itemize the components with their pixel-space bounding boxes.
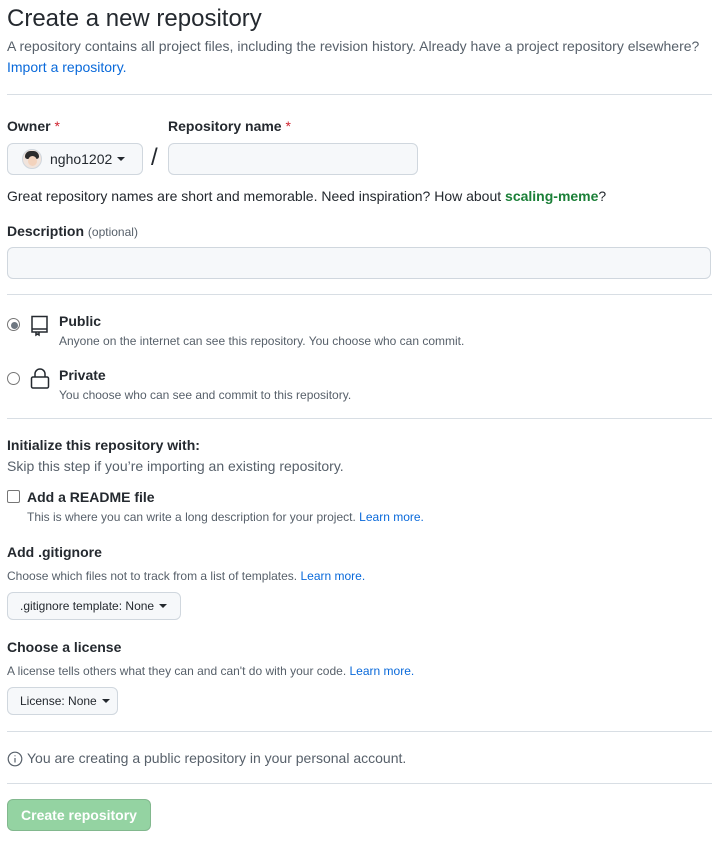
- gitignore-template-button[interactable]: .gitignore template: None: [7, 592, 181, 620]
- repo-name-label-text: Repository name: [168, 118, 282, 134]
- gitignore-heading: Add .gitignore: [7, 544, 102, 560]
- avatar: [22, 149, 42, 169]
- suggestion-text: Great repository names are short and mem…: [7, 188, 506, 204]
- private-label: Private: [59, 367, 106, 383]
- gitignore-learn-more-link[interactable]: Learn more.: [300, 569, 365, 583]
- page-subtitle: A repository contains all project files,…: [7, 37, 699, 76]
- owner-label-text: Owner: [7, 118, 51, 134]
- description-label-text: Description: [7, 223, 85, 239]
- caret-down-icon: [101, 699, 110, 703]
- caret-down-icon: [159, 604, 168, 608]
- private-description: You choose who can see and commit to thi…: [59, 388, 352, 402]
- suggested-name[interactable]: scaling-meme: [505, 188, 598, 204]
- description-input[interactable]: [7, 247, 711, 279]
- license-button-prefix: License:: [20, 694, 65, 708]
- owner-value: ngho1202: [50, 151, 113, 167]
- divider: [7, 418, 712, 419]
- create-repository-button[interactable]: Create repository: [7, 799, 151, 831]
- description-label: Description (optional): [7, 223, 138, 239]
- private-radio[interactable]: [7, 372, 20, 385]
- divider: [7, 783, 712, 784]
- readme-description: This is where you can write a long descr…: [27, 510, 424, 524]
- license-heading: Choose a license: [7, 639, 122, 655]
- owner-label: Owner *: [7, 118, 60, 134]
- owner-select-button[interactable]: ngho1202: [7, 143, 143, 175]
- public-radio[interactable]: [7, 318, 20, 331]
- import-repository-link[interactable]: Import a repository.: [7, 58, 127, 76]
- readme-checkbox[interactable]: [7, 490, 20, 503]
- repo-name-required-mark: *: [285, 118, 291, 134]
- init-heading: Initialize this repository with:: [7, 437, 200, 453]
- public-description: Anyone on the internet can see this repo…: [59, 334, 465, 348]
- gitignore-description-text: Choose which files not to track from a l…: [7, 569, 298, 583]
- license-description-text: A license tells others what they can and…: [7, 664, 347, 678]
- suggestion-suffix: ?: [598, 188, 607, 204]
- public-label: Public: [59, 313, 102, 329]
- owner-repo-separator: /: [151, 144, 158, 171]
- license-button[interactable]: License: None: [7, 687, 118, 715]
- repo-name-label: Repository name *: [168, 118, 291, 134]
- gitignore-button-value: None: [125, 599, 155, 613]
- license-learn-more-link[interactable]: Learn more.: [350, 664, 415, 678]
- page-subtitle-text: A repository contains all project files,…: [7, 38, 700, 54]
- repo-icon: [28, 313, 52, 340]
- divider: [7, 94, 712, 95]
- visibility-notice: You are creating a public repository in …: [27, 750, 407, 766]
- page-title: Create a new repository: [7, 5, 262, 32]
- readme-description-text: This is where you can write a long descr…: [27, 510, 356, 524]
- license-description: A license tells others what they can and…: [7, 664, 414, 678]
- init-subtext: Skip this step if you’re importing an ex…: [7, 458, 344, 474]
- divider: [7, 731, 712, 732]
- info-icon: [7, 751, 23, 770]
- divider: [7, 294, 712, 295]
- readme-label[interactable]: Add a README file: [27, 489, 155, 505]
- description-optional: (optional): [87, 225, 138, 239]
- gitignore-description: Choose which files not to track from a l…: [7, 569, 365, 583]
- caret-down-icon: [117, 157, 126, 161]
- gitignore-button-prefix: .gitignore template:: [20, 599, 123, 613]
- lock-icon: [28, 367, 52, 394]
- readme-learn-more-link[interactable]: Learn more.: [359, 510, 424, 524]
- name-suggestion: Great repository names are short and mem…: [7, 187, 606, 205]
- repository-name-input[interactable]: [168, 143, 418, 175]
- license-button-value: None: [68, 694, 97, 708]
- owner-required-mark: *: [54, 118, 60, 134]
